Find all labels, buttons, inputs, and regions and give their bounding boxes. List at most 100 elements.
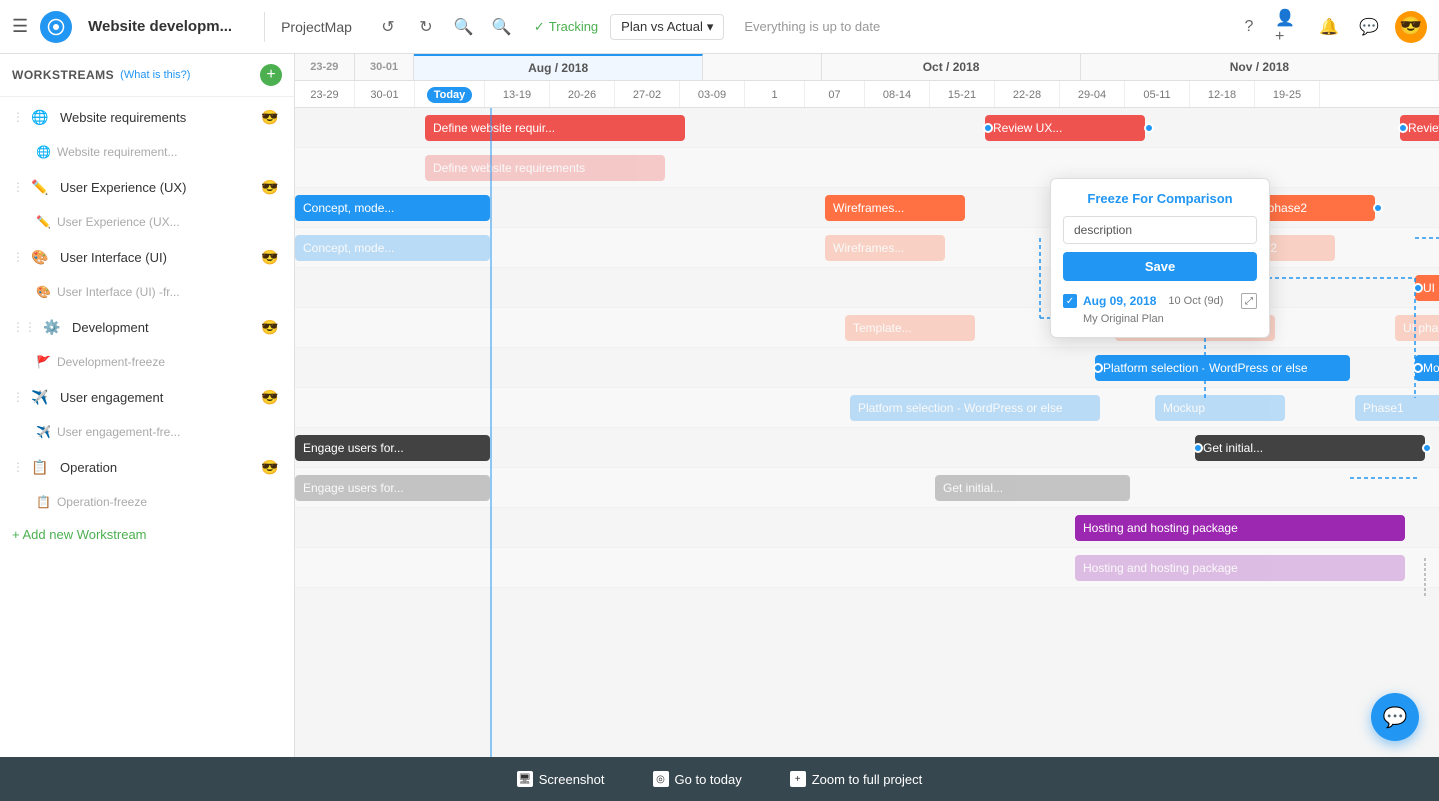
bar-mockup-freeze[interactable]: Mockup — [1155, 395, 1285, 421]
popup-external-link-icon[interactable]: ⤢ — [1241, 293, 1257, 309]
zoom-out-button[interactable]: 🔍 — [448, 11, 480, 43]
bar-review-ux[interactable]: Review UX... — [985, 115, 1145, 141]
dot-review-ux-right — [1144, 123, 1154, 133]
bar-engage-users[interactable]: Engage users for... — [295, 435, 490, 461]
go-to-today-button[interactable]: ◎ Go to today — [639, 765, 756, 793]
week-2228: 22-28 — [995, 81, 1060, 108]
drag-handle-icon: ⋮ — [12, 180, 24, 194]
drag-handle-icon: ⋮ — [12, 390, 24, 404]
nav-divider — [264, 12, 265, 42]
drag-handle-icon: ⋮ — [12, 250, 24, 264]
month-row: 23-29 30-01 Aug / 2018 Oct / 2018 Nov / … — [295, 54, 1439, 81]
sidebar-item-engagement[interactable]: ⋮ ✈️ User engagement 😎 — [0, 377, 294, 417]
go-today-label: Go to today — [675, 772, 742, 787]
sidebar-item-ux[interactable]: ⋮ ✏️ User Experience (UX) 😎 — [0, 167, 294, 207]
gantt-row-development: Platform selection - WordPress or else M… — [295, 348, 1439, 388]
sidebar: WORKSTREAMS (What is this?) + ⋮ 🌐 Websit… — [0, 54, 295, 757]
popup-save-button[interactable]: Save — [1063, 252, 1257, 281]
sidebar-item-operation[interactable]: ⋮ 📋 Operation 😎 — [0, 447, 294, 487]
sidebar-item-ui[interactable]: ⋮ 🎨 User Interface (UI) 😎 — [0, 237, 294, 277]
week-1521: 15-21 — [930, 81, 995, 108]
nav-right-icons: ? 👤+ 🔔 💬 😎 — [1235, 11, 1427, 43]
bar-hosting-freeze[interactable]: Hosting and hosting package — [1075, 555, 1405, 581]
sidebar-freeze-website-req: 🌐 Website requirement... — [0, 137, 294, 167]
menu-icon[interactable]: ☰ — [12, 16, 28, 37]
bar-get-initial[interactable]: Get initial... — [1195, 435, 1425, 461]
op-freeze-icon: 📋 — [36, 495, 51, 509]
gantt-row-development-freeze: Platform selection - WordPress or else M… — [295, 388, 1439, 428]
tracking-status: ✓ Tracking — [534, 19, 598, 35]
dot-get-initial-left — [1193, 443, 1203, 453]
plan-dropdown-button[interactable]: Plan vs Actual ▾ — [610, 14, 724, 40]
bar-wireframes[interactable]: Wireframes... — [825, 195, 965, 221]
week-2026: 20-26 — [550, 81, 615, 108]
popup-duration-label: 10 Oct (9d) — [1168, 295, 1223, 307]
week-1: 1 — [745, 81, 805, 108]
gantt-row-website-req: Define website requir... Review UX... Re… — [295, 108, 1439, 148]
screenshot-label: Screenshot — [539, 772, 605, 787]
chat-bubble-button[interactable]: 💬 — [1371, 693, 1419, 741]
dot-review-ui-left — [1398, 123, 1408, 133]
zoom-in-button[interactable]: 🔍 — [486, 11, 518, 43]
chat-icon[interactable]: 💬 — [1355, 13, 1383, 41]
dot-ui-phase1-left — [1413, 283, 1423, 293]
drag-handle-icon: ⋮ — [12, 110, 24, 124]
user-avatar[interactable]: 😎 — [1395, 11, 1427, 43]
bell-icon[interactable]: 🔔 — [1315, 13, 1343, 41]
chevron-down-icon: ▾ — [707, 19, 714, 35]
top-navigation: ☰ Website developm... ProjectMap ↺ ↻ 🔍 🔍… — [0, 0, 1439, 54]
popup-checkbox[interactable]: ✓ — [1063, 294, 1077, 308]
week-0814: 08-14 — [865, 81, 930, 108]
bar-concept-mode-freeze[interactable]: Concept, mode... — [295, 235, 490, 261]
gantt-header: 23-29 30-01 Aug / 2018 Oct / 2018 Nov / … — [295, 54, 1439, 108]
today-label: Today — [427, 87, 473, 103]
week-2904: 29-04 — [1060, 81, 1125, 108]
gantt-row-engagement: Engage users for... Get initial... — [295, 428, 1439, 468]
zoom-to-full-button[interactable]: + Zoom to full project — [776, 765, 937, 793]
popup-date-label: Aug 09, 2018 — [1083, 294, 1156, 308]
send-icon: ✈️ — [28, 385, 52, 409]
add-workstream-button[interactable]: + — [260, 64, 282, 86]
popup-description-input[interactable] — [1063, 216, 1257, 244]
month-nov: Nov / 2018 — [1081, 54, 1439, 81]
week-0612: Today — [415, 81, 485, 108]
week-2702: 27-02 — [615, 81, 680, 108]
bar-wireframes-freeze[interactable]: Wireframes... — [825, 235, 945, 261]
zoom-full-icon: + — [790, 771, 806, 787]
screenshot-button[interactable]: 🖥 Screenshot — [503, 765, 619, 793]
bar-get-initial-freeze[interactable]: Get initial... — [935, 475, 1130, 501]
bar-template-freeze[interactable]: Template... — [845, 315, 975, 341]
sidebar-freeze-ui: 🎨 User Interface (UI) -fr... — [0, 277, 294, 307]
bar-hosting[interactable]: Hosting and hosting package — [1075, 515, 1405, 541]
ws-avatar-ux: 😎 — [258, 175, 282, 199]
bar-concept-mode[interactable]: Concept, mode... — [295, 195, 490, 221]
sidebar-item-website-req[interactable]: ⋮ 🌐 Website requirements 😎 — [0, 97, 294, 137]
sidebar-freeze-development: 🚩 Development-freeze — [0, 347, 294, 377]
undo-button[interactable]: ↺ — [372, 11, 404, 43]
bar-engage-users-freeze[interactable]: Engage users for... — [295, 475, 490, 501]
sidebar-header: WORKSTREAMS (What is this?) + — [0, 54, 294, 97]
screenshot-icon: 🖥 — [517, 771, 533, 787]
tracking-check-icon: ✓ — [534, 19, 545, 35]
add-workstream-link[interactable]: + Add new Workstream — [0, 517, 294, 552]
bar-ui-phase2-freeze[interactable]: UI phase2 — [1395, 315, 1439, 341]
send-freeze-icon: ✈️ — [36, 425, 51, 439]
add-user-icon[interactable]: 👤+ — [1275, 13, 1303, 41]
drag-handle-icon: ⋮⋮ — [12, 320, 36, 334]
ws-label-ux: User Experience (UX) — [60, 180, 254, 195]
bar-platform-selection[interactable]: Platform selection - WordPress or else — [1095, 355, 1350, 381]
what-is-this-link[interactable]: (What is this?) — [120, 69, 190, 81]
ws-avatar-website-req: 😎 — [258, 105, 282, 129]
bar-phase1-dev-freeze[interactable]: Phase1 — [1355, 395, 1439, 421]
globe-icon: 🌐 — [28, 105, 52, 129]
bar-define-website-req-freeze[interactable]: Define website requirements — [425, 155, 665, 181]
gantt-row-operation-freeze: Hosting and hosting package Set up on th… — [295, 548, 1439, 588]
freeze-label-ux: User Experience (UX... — [57, 215, 180, 229]
bar-define-website-req[interactable]: Define website requir... — [425, 115, 685, 141]
sidebar-item-development[interactable]: ⋮⋮ ⚙️ Development 😎 — [0, 307, 294, 347]
redo-button[interactable]: ↻ — [410, 11, 442, 43]
dot-platform-left — [1093, 363, 1103, 373]
help-icon[interactable]: ? — [1235, 13, 1263, 41]
bar-platform-freeze[interactable]: Platform selection - WordPress or else — [850, 395, 1100, 421]
month-oct: Oct / 2018 — [822, 54, 1081, 81]
